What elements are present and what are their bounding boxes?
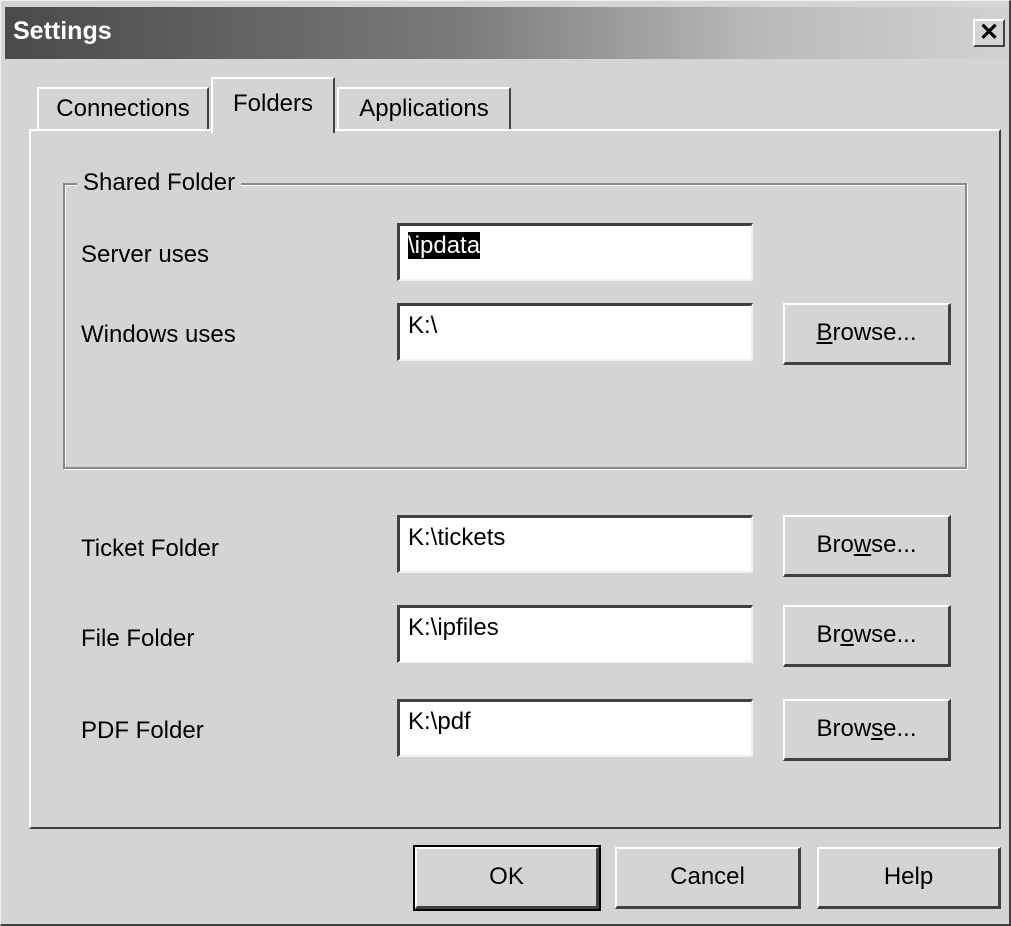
ticket-folder-value: K:\tickets <box>408 524 506 551</box>
windows-uses-label: Windows uses <box>81 321 236 348</box>
browse-text-rest: e... <box>883 715 917 742</box>
browse-pdf-folder-button[interactable]: Browse... <box>783 699 951 761</box>
tab-applications[interactable]: Applications <box>337 87 511 129</box>
file-folder-input[interactable]: K:\ipfiles <box>397 605 753 663</box>
browse-file-folder-button[interactable]: Browse... <box>783 605 951 667</box>
browse-accel: o <box>840 621 854 648</box>
browse-text: Bro <box>816 531 854 558</box>
browse-accel: w <box>853 531 872 558</box>
windows-uses-input[interactable]: K:\ <box>397 303 753 361</box>
browse-text-rest: rowse... <box>832 319 917 346</box>
browse-text: Br <box>816 621 841 648</box>
browse-text-rest: se... <box>871 531 917 558</box>
help-button[interactable]: Help <box>817 847 1001 909</box>
window-title: Settings <box>13 17 112 45</box>
tab-folders[interactable]: Folders <box>211 77 335 133</box>
server-uses-value: \ipdata <box>408 232 481 259</box>
server-uses-input[interactable]: \ipdata <box>397 223 753 281</box>
pdf-folder-input[interactable]: K:\pdf <box>397 699 753 757</box>
close-icon[interactable]: ✕ <box>973 19 1005 47</box>
browse-accel: B <box>816 319 833 346</box>
windows-uses-value: K:\ <box>408 312 438 339</box>
tab-connections[interactable]: Connections <box>37 87 209 129</box>
browse-accel: s <box>871 715 884 742</box>
ticket-folder-input[interactable]: K:\tickets <box>397 515 753 573</box>
title-bar[interactable]: Settings ✕ <box>5 7 1009 59</box>
shared-folder-legend: Shared Folder <box>77 169 242 197</box>
server-uses-label: Server uses <box>81 241 210 268</box>
browse-shared-folder-button[interactable]: Browse... <box>783 303 951 365</box>
browse-ticket-folder-button[interactable]: Browse... <box>783 515 951 577</box>
settings-dialog: Settings ✕ Connections Folders Applicati… <box>0 0 1011 926</box>
folders-tab-panel: Shared Folder Server uses \ipdata Window… <box>29 129 1001 829</box>
pdf-folder-label: PDF Folder <box>81 717 204 744</box>
browse-text: Brow <box>816 715 872 742</box>
file-folder-value: K:\ipfiles <box>408 614 499 641</box>
ok-button[interactable]: OK <box>413 845 601 911</box>
cancel-button[interactable]: Cancel <box>615 847 801 909</box>
pdf-folder-value: K:\pdf <box>408 708 471 735</box>
browse-text-rest: wse... <box>853 621 917 648</box>
file-folder-label: File Folder <box>81 625 195 652</box>
ticket-folder-label: Ticket Folder <box>81 535 219 562</box>
